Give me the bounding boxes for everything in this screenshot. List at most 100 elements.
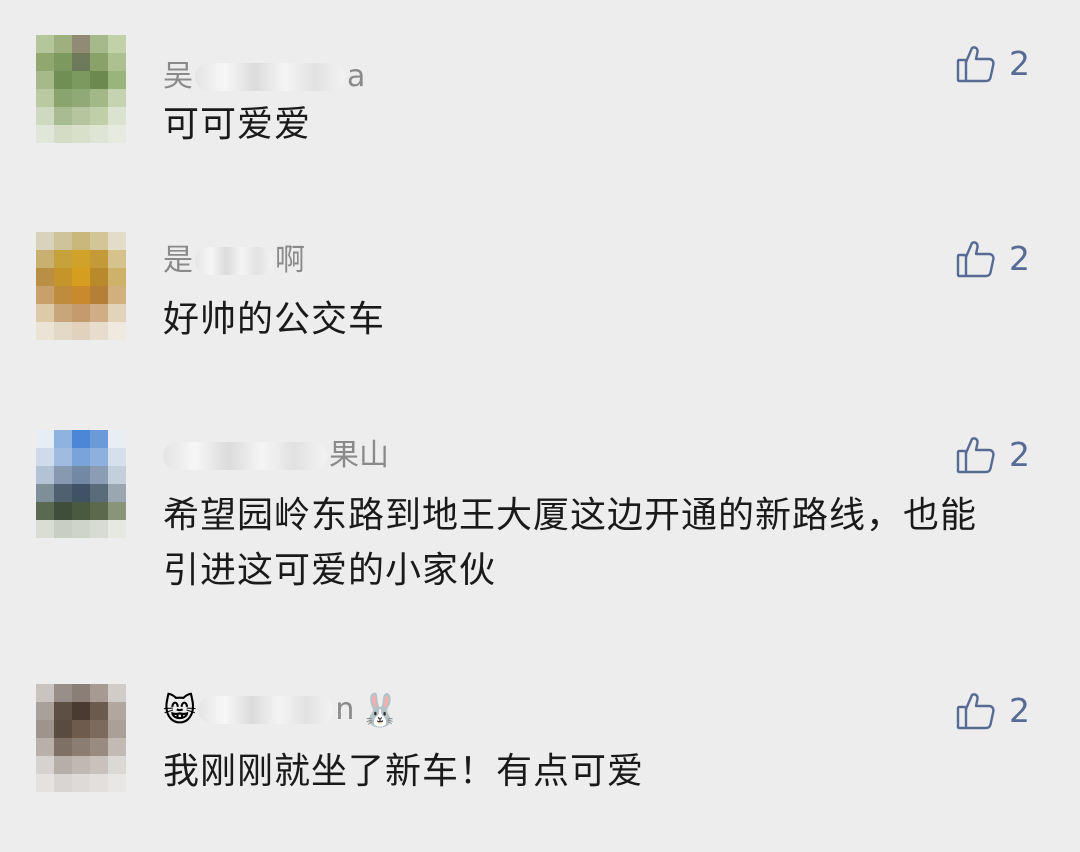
avatar-pixel	[108, 502, 126, 520]
thumbs-up-icon	[955, 434, 997, 476]
avatar-pixel	[108, 53, 126, 71]
avatar-pixel	[36, 702, 54, 720]
avatar-pixel	[54, 684, 72, 702]
thumbs-up-icon	[955, 690, 997, 732]
avatar-pixel	[72, 702, 90, 720]
like-button[interactable]: 2	[955, 238, 1030, 280]
avatar-pixel	[90, 322, 108, 340]
avatar-pixel	[72, 89, 90, 107]
avatar-pixel	[72, 107, 90, 125]
name-blur-mask	[195, 63, 345, 91]
comment-text: 我刚刚就坐了新车！有点可爱	[163, 751, 645, 792]
avatar-pixel	[90, 430, 108, 448]
avatar-pixel	[54, 720, 72, 738]
avatar-pixel	[72, 684, 90, 702]
avatar-pixel	[108, 684, 126, 702]
avatar-pixel	[108, 430, 126, 448]
comment-text: 好帅的公交车	[163, 299, 386, 340]
commenter-name[interactable]: 吴 a	[163, 53, 365, 101]
avatar-pixel	[54, 35, 72, 53]
avatar-pixel	[108, 702, 126, 720]
avatar-pixel	[54, 250, 72, 268]
name-blur-mask	[195, 247, 273, 275]
avatar-pixel	[72, 484, 90, 502]
avatar-pixel	[90, 448, 108, 466]
avatar-pixel	[108, 71, 126, 89]
avatar-pixel	[54, 702, 72, 720]
rabbit-emoji-icon: 🐰	[360, 691, 401, 729]
avatar-pixel	[54, 53, 72, 71]
avatar[interactable]	[36, 684, 126, 792]
avatar-pixel	[54, 322, 72, 340]
avatar-pixel	[36, 232, 54, 250]
avatar-pixel	[108, 322, 126, 340]
avatar-pixel	[54, 304, 72, 322]
avatar-pixel	[54, 774, 72, 792]
avatar-pixel	[36, 520, 54, 538]
avatar-pixel	[90, 232, 108, 250]
comment-item: 果山 希望园岭东路到地王大厦这边开通的新路线，也能引进这可爱的小家伙 2	[0, 430, 1080, 610]
avatar-pixel	[54, 268, 72, 286]
avatar[interactable]	[36, 35, 126, 143]
avatar-pixel	[36, 466, 54, 484]
name-prefix: 是	[163, 243, 193, 278]
avatar-pixel	[36, 125, 54, 143]
avatar-pixel	[36, 89, 54, 107]
comment-text: 希望园岭东路到地王大厦这边开通的新路线，也能引进这可爱的小家伙	[163, 495, 978, 591]
like-count: 2	[1009, 691, 1030, 730]
avatar-pixel	[72, 53, 90, 71]
avatar-pixel	[90, 107, 108, 125]
avatar-pixel	[108, 286, 126, 304]
avatar-pixel	[108, 250, 126, 268]
avatar-pixel	[72, 774, 90, 792]
avatar-pixel	[72, 35, 90, 53]
avatar-pixel	[36, 430, 54, 448]
avatar-pixel	[36, 53, 54, 71]
commenter-name[interactable]: 😸 n 🐰	[163, 686, 400, 734]
avatar-pixel	[90, 466, 108, 484]
avatar-pixel	[108, 484, 126, 502]
avatar-pixel	[54, 466, 72, 484]
avatar-pixel	[72, 738, 90, 756]
avatar-pixel	[72, 71, 90, 89]
avatar-pixel	[108, 107, 126, 125]
avatar-pixel	[54, 107, 72, 125]
avatar-pixel	[36, 684, 54, 702]
avatar-pixel	[72, 430, 90, 448]
comment-item: 是 啊 好帅的公交车 2	[0, 232, 1080, 382]
avatar-pixel	[54, 756, 72, 774]
avatar-pixel	[54, 738, 72, 756]
like-button[interactable]: 2	[955, 434, 1030, 476]
avatar-pixel	[54, 430, 72, 448]
avatar-pixel	[90, 520, 108, 538]
like-button[interactable]: 2	[955, 43, 1030, 85]
avatar-pixel	[54, 286, 72, 304]
avatar-pixel	[108, 448, 126, 466]
avatar-pixel	[108, 774, 126, 792]
avatar[interactable]	[36, 232, 126, 340]
avatar-pixel	[36, 268, 54, 286]
avatar-pixel	[108, 720, 126, 738]
comment-item: 😸 n 🐰 我刚刚就坐了新车！有点可爱 2	[0, 684, 1080, 834]
avatar-pixel	[72, 232, 90, 250]
name-suffix: 果山	[329, 438, 389, 473]
avatar[interactable]	[36, 430, 126, 538]
avatar-pixel	[36, 756, 54, 774]
avatar-pixel	[90, 89, 108, 107]
avatar-pixel	[54, 125, 72, 143]
avatar-pixel	[108, 89, 126, 107]
name-blur-mask	[163, 442, 327, 470]
commenter-name[interactable]: 是 啊	[163, 237, 305, 285]
like-button[interactable]: 2	[955, 690, 1030, 732]
avatar-pixel	[36, 774, 54, 792]
avatar-pixel	[90, 684, 108, 702]
comment-list: 吴 a 可可爱爱 2 是 啊 好帅的公交车 2 果山 希望园岭东路到地王大厦这边…	[0, 0, 1080, 852]
like-count: 2	[1009, 435, 1030, 474]
avatar-pixel	[54, 484, 72, 502]
avatar-pixel	[36, 720, 54, 738]
avatar-pixel	[72, 720, 90, 738]
avatar-pixel	[54, 71, 72, 89]
avatar-pixel	[72, 502, 90, 520]
avatar-pixel	[72, 756, 90, 774]
commenter-name[interactable]: 果山	[163, 432, 389, 480]
